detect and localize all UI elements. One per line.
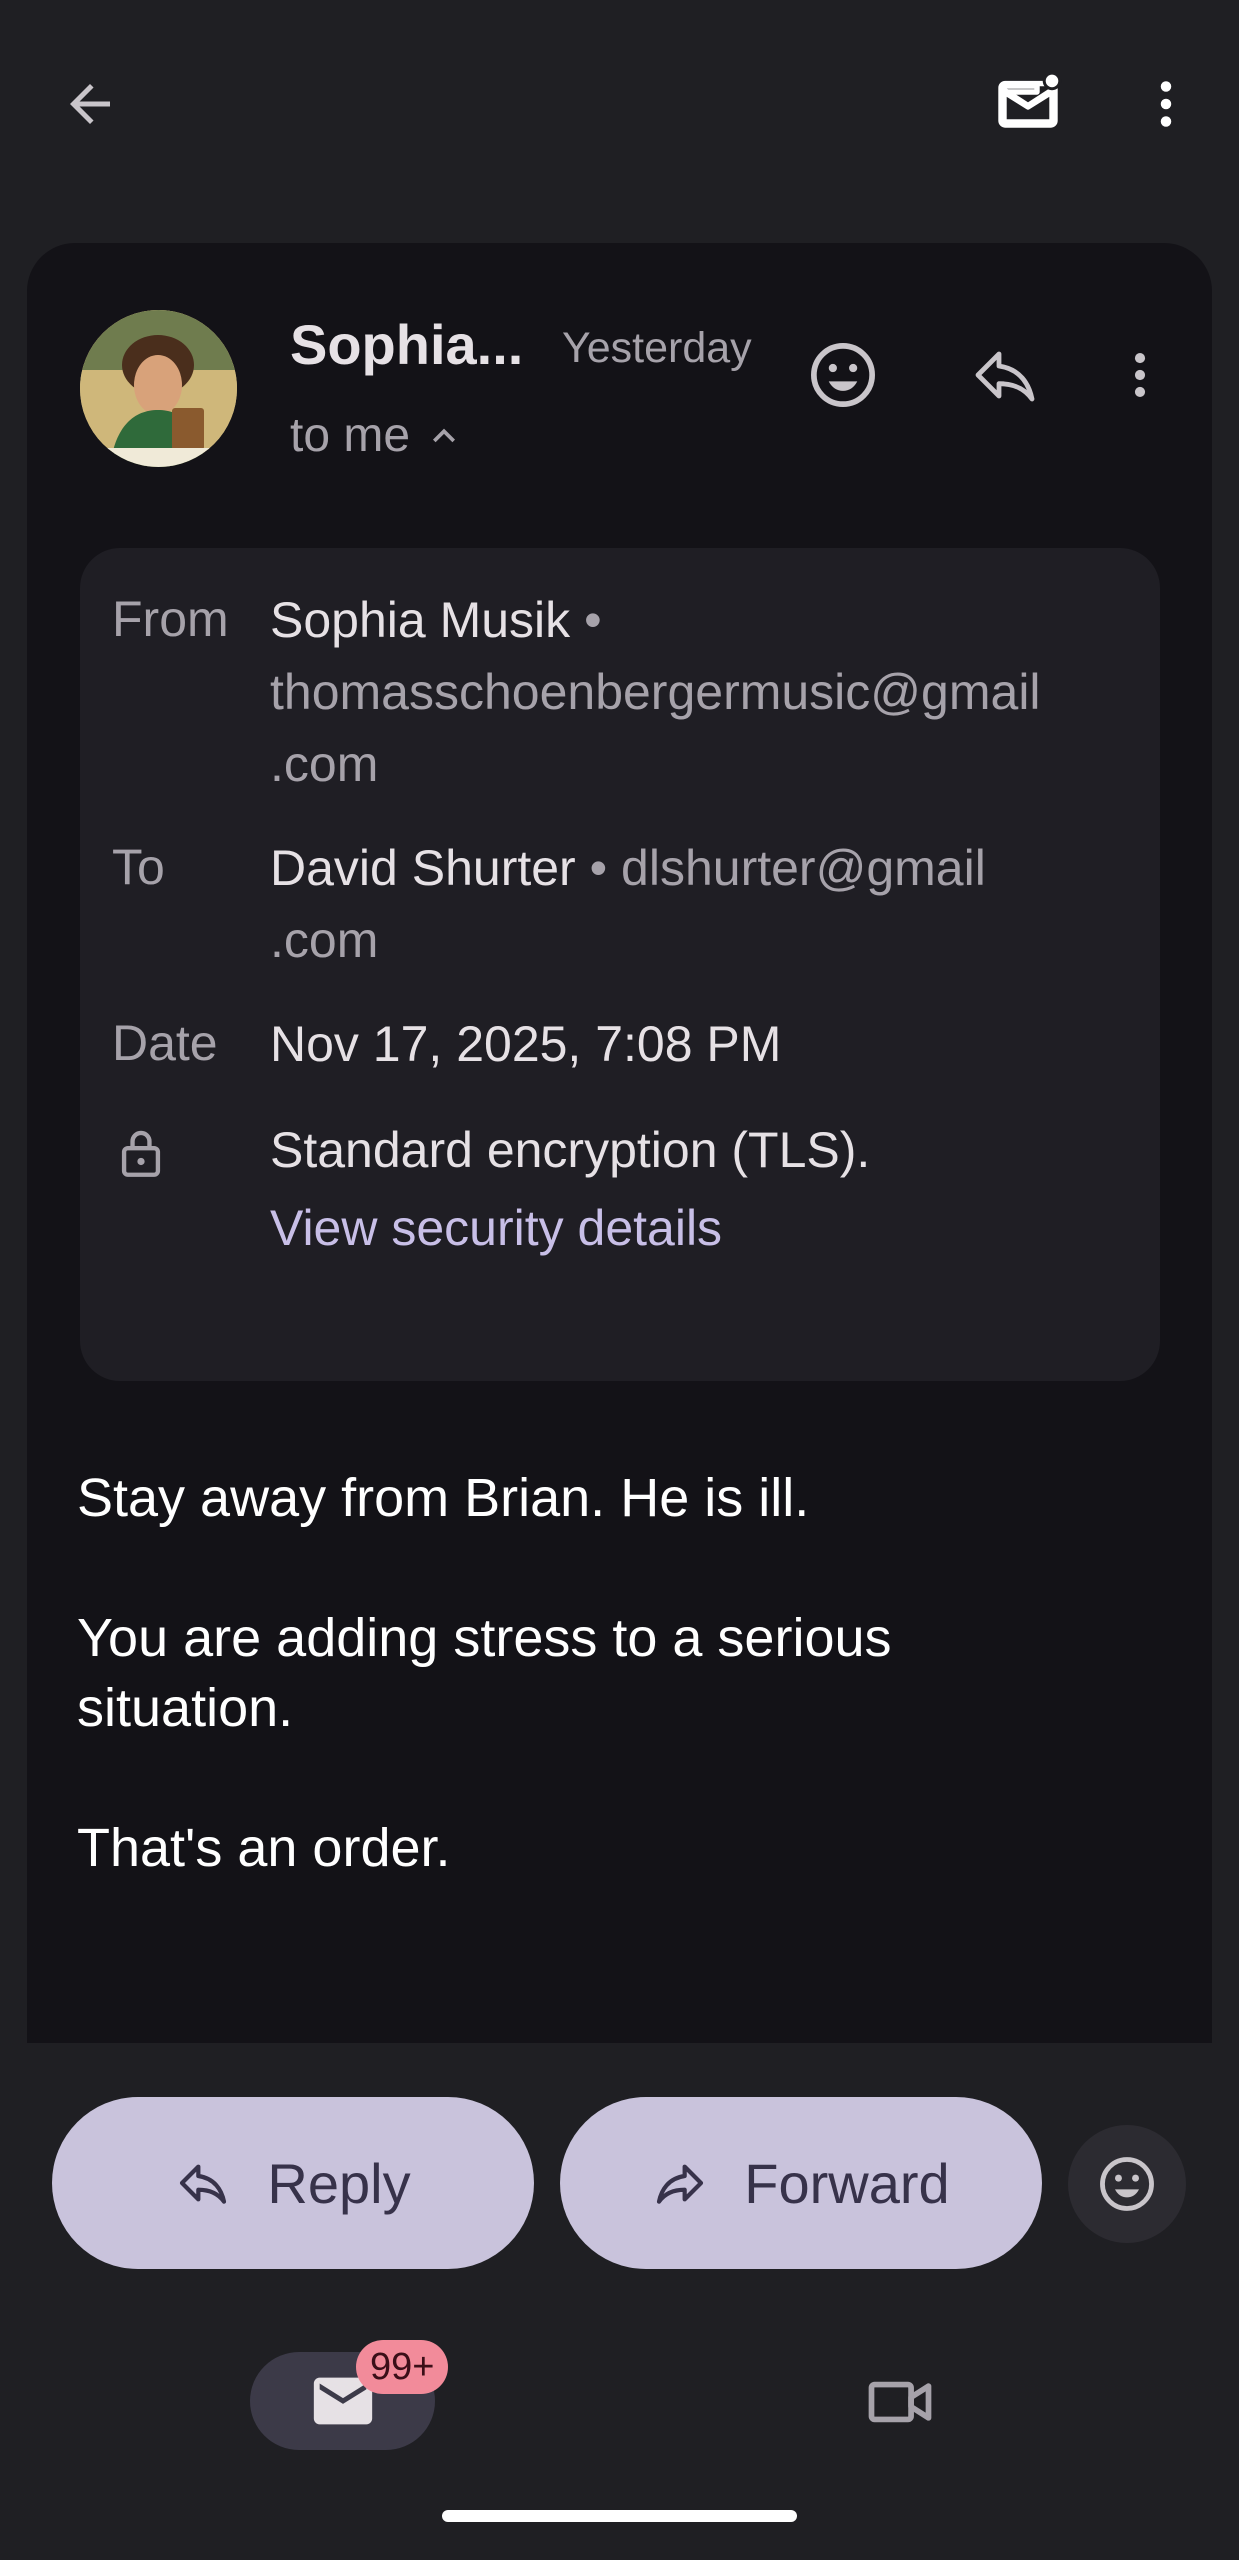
to-value: David Shurter • dlshurter@gmail .com [270, 832, 1150, 976]
from-email-line2: .com [270, 736, 379, 792]
recipient-toggle[interactable]: to me [290, 408, 466, 463]
video-camera-icon [868, 2381, 932, 2423]
unread-badge: 99+ [356, 2340, 449, 2394]
forward-icon [657, 2164, 704, 2204]
reply-button[interactable]: Reply [52, 2097, 534, 2269]
nav-meet-tab[interactable] [850, 2362, 950, 2442]
body-line: You are adding stress to a serious [77, 1608, 892, 1668]
recipient-summary: to me [290, 409, 411, 462]
view-security-details-link[interactable]: View security details [270, 1192, 722, 1264]
home-indicator[interactable] [442, 2510, 797, 2522]
body-line: situation. [77, 1678, 294, 1738]
body-line: That's an order. [77, 1818, 451, 1878]
sender-avatar[interactable] [80, 310, 237, 467]
chevron-up-icon [433, 428, 456, 442]
from-name: Sophia Musik [270, 592, 571, 648]
security-text: Standard encryption (TLS). [270, 1122, 871, 1178]
emoji-icon [1100, 2157, 1154, 2211]
from-email-line1: thomasschoenbergermusic@gmail [270, 664, 1041, 720]
message-more-button[interactable] [1100, 332, 1180, 418]
to-email-line1: dlshurter@gmail [621, 840, 986, 896]
separator: • [589, 840, 608, 896]
emoji-icon [811, 343, 875, 407]
to-email-line2: .com [270, 912, 379, 968]
avatar-image [80, 310, 237, 467]
reply-icon-button[interactable] [962, 332, 1048, 418]
bottom-reaction-button[interactable] [1068, 2125, 1186, 2243]
more-vert-icon [1134, 353, 1146, 397]
lock-icon [112, 1124, 170, 1182]
sender-name[interactable]: Sophia... [290, 312, 523, 377]
to-label: To [112, 839, 165, 895]
date-label: Date [112, 1015, 218, 1071]
more-vert-icon [1160, 81, 1172, 127]
reply-label: Reply [267, 2151, 411, 2215]
message-time: Yesterday [562, 324, 752, 372]
date-value: Nov 17, 2025, 7:08 PM [270, 1016, 782, 1072]
bottom-navigation [0, 2321, 1239, 2560]
mark-unread-icon [998, 71, 1062, 128]
add-reaction-button[interactable] [800, 332, 886, 418]
mark-unread-button[interactable] [988, 64, 1068, 144]
more-options-button[interactable] [1126, 64, 1206, 144]
from-label: From [112, 591, 229, 647]
arrow-back-icon [70, 84, 110, 124]
separator: • [584, 592, 602, 648]
reply-icon [975, 351, 1035, 402]
reply-icon [180, 2164, 227, 2204]
body-line: Stay away from Brian. He is ill. [77, 1468, 810, 1528]
to-name: David Shurter [270, 840, 576, 896]
forward-label: Forward [744, 2151, 950, 2215]
back-button[interactable] [50, 64, 130, 144]
from-value: Sophia Musik • thomasschoenbergermusic@g… [270, 584, 1150, 800]
forward-button[interactable]: Forward [560, 2097, 1042, 2269]
